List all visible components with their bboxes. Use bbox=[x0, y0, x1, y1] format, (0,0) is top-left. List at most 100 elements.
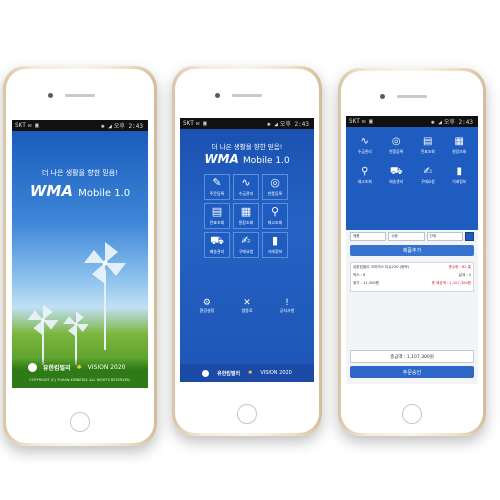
menu-collection[interactable]: ∿ 수금관리 bbox=[349, 130, 381, 160]
status-bar: SKT ✉ ▣ ✱ ◢ 오후 2:43 bbox=[180, 118, 314, 129]
carrier-label: SKT bbox=[349, 118, 360, 125]
tile-label: 원장조회 bbox=[238, 220, 254, 225]
star-icon: ✱ bbox=[76, 364, 82, 371]
pinwheel-icon bbox=[27, 304, 59, 336]
cart-icon: ⛟ bbox=[210, 234, 224, 247]
company-logo-icon bbox=[28, 363, 37, 372]
settings-button[interactable]: ⚙ 환경설정 bbox=[200, 298, 215, 314]
tile-label: 구매요청 bbox=[238, 249, 254, 254]
item-box: 박스 : 6 bbox=[353, 273, 366, 277]
splash-screen: SKT ✉ ▣ ✱ ◢ 오후 2:43 더 나은 생활을 향한 믿음! WMA Mo… bbox=[12, 120, 148, 388]
main-menu-screen: SKT ✉ ▣ ✱ ◢ 오후 2:43 더 나은 생활을 향한 믿음! WMA Mo… bbox=[180, 118, 314, 382]
company-logo: 유한킴벌리 bbox=[43, 365, 71, 372]
brand-name: WMA bbox=[29, 182, 73, 200]
tile-trade-info[interactable]: ▮ 거래정보 bbox=[262, 232, 288, 258]
tile-label: 반품등록 bbox=[267, 191, 283, 196]
notification-icons: ✉ ▣ bbox=[361, 118, 373, 125]
pinwheel-icon bbox=[84, 242, 126, 284]
clock: 오후 2:43 bbox=[443, 119, 473, 126]
magnifier-icon: ⚲ bbox=[270, 205, 280, 218]
approve-order-button[interactable]: 주문승인 bbox=[350, 366, 474, 378]
unit-field[interactable]: 단위 bbox=[426, 232, 463, 241]
quick-menu-grid: ∿ 수금관리 ◎ 반품등록 ▤ 전표조회 ▦ 원장조회 ⚲ 재고조회 ⛟ 배송관리 ✍ 구매요… bbox=[349, 130, 475, 190]
menu-label: 배송관리 bbox=[389, 178, 404, 184]
menu-trade-info[interactable]: ▮ 거래정보 bbox=[444, 160, 476, 190]
menu-purchase[interactable]: ✍ 구매요청 bbox=[412, 160, 444, 190]
menu-grid: ✎ 주문등록 ∿ 수금관리 ◎ 반품등록 ▤ 전표조회 ▦ 원장조회 ⚲ 재고조회 ⛟ 배송관… bbox=[204, 174, 290, 258]
logo-row: 유한킴벌리 ✱ VISION 2020 bbox=[28, 363, 125, 372]
tile-return[interactable]: ◎ 반품등록 bbox=[262, 174, 288, 200]
carrier-label: SKT bbox=[183, 120, 194, 127]
notice-icon: ! bbox=[285, 298, 289, 308]
tile-collection[interactable]: ∿ 수금관리 bbox=[233, 174, 259, 200]
copyright-text: COPYRIGHT (C) YUHAN-KIMBERLY. ALL RIGHTS… bbox=[29, 378, 131, 382]
notice-button[interactable]: ! 공지사항 bbox=[280, 298, 295, 314]
vision-logo: VISION 2020 bbox=[87, 364, 126, 371]
signature-icon: ✍ bbox=[423, 165, 432, 177]
tile-stock[interactable]: ⚲ 재고조회 bbox=[262, 203, 288, 229]
brand-version: Mobile 1.0 bbox=[242, 156, 290, 166]
product-field-label: 제품 bbox=[353, 234, 360, 238]
earpiece bbox=[65, 94, 95, 97]
phone-order: SKT ✉ ▣ ✱ ◢ 오후 2:43 ∿ 수금관리 ◎ 반품등록 ▤ 전표조회 ▦ 원장조… bbox=[338, 68, 486, 436]
product-field[interactable]: 제품 bbox=[350, 232, 387, 241]
menu-return[interactable]: ◎ 반품등록 bbox=[381, 130, 413, 160]
brand-name: WMA bbox=[204, 152, 239, 166]
brand-version: Mobile 1.0 bbox=[78, 188, 131, 199]
pencil-icon: ✎ bbox=[212, 176, 222, 189]
item-amount: 총 제공액 : 1,107,300원 bbox=[431, 281, 471, 285]
menu-slip[interactable]: ▤ 전표조회 bbox=[412, 130, 444, 160]
item-name: 유한킴벌리 크리넥스 티슈230 (중략) bbox=[353, 265, 410, 269]
slogan: 더 나은 생활을 향한 믿음! bbox=[211, 143, 283, 151]
settings-label: 환경설정 bbox=[199, 308, 215, 313]
company-logo: 유한킴벌리 bbox=[217, 370, 241, 377]
signal-icons: ✱ ◢ bbox=[267, 121, 278, 128]
tile-label: 거래정보 bbox=[267, 249, 283, 254]
headset-icon: ◎ bbox=[391, 135, 401, 147]
headset-icon: ◎ bbox=[270, 176, 280, 189]
add-product-button[interactable]: 제품추가 bbox=[350, 245, 474, 256]
order-screen: SKT ✉ ▣ ✱ ◢ 오후 2:43 ∿ 수금관리 ◎ 반품등록 ▤ 전표조회 ▦ 원장조… bbox=[346, 116, 478, 384]
tile-order-register[interactable]: ✎ 주문등록 bbox=[204, 174, 230, 200]
quantity-field[interactable]: 수량 bbox=[388, 232, 425, 241]
bar-chart-icon: ▮ bbox=[456, 165, 462, 177]
earpiece bbox=[397, 95, 427, 98]
company-logo-icon bbox=[202, 369, 210, 377]
front-camera bbox=[48, 93, 53, 98]
status-bar: SKT ✉ ▣ ✱ ◢ 오후 2:43 bbox=[346, 116, 478, 127]
front-camera bbox=[215, 93, 220, 98]
menu-delivery[interactable]: ⛟ 배송관리 bbox=[381, 160, 413, 190]
front-camera bbox=[380, 94, 385, 99]
tile-ledger[interactable]: ▦ 원장조회 bbox=[233, 203, 259, 229]
menu-label: 원장조회 bbox=[452, 148, 467, 154]
menu-ledger[interactable]: ▦ 원장조회 bbox=[444, 130, 476, 160]
home-button[interactable] bbox=[237, 404, 257, 424]
product-search-row: 제품 수량 단위 bbox=[350, 232, 474, 241]
home-button[interactable] bbox=[70, 412, 90, 432]
menu-label: 구매요청 bbox=[420, 178, 435, 184]
home-button[interactable] bbox=[402, 404, 422, 424]
order-item[interactable]: 유한킴벌리 크리넥스 티슈230 (중략) 총수량 : 62 통 박스 : 6 낱개… bbox=[350, 262, 474, 292]
clock: 오후 2:43 bbox=[279, 121, 309, 128]
app-logo: WMA Mobile 1.0 bbox=[180, 152, 314, 166]
signal-icons: ✱ ◢ bbox=[431, 119, 442, 126]
quick-menu: ∿ 수금관리 ◎ 반품등록 ▤ 전표조회 ▦ 원장조회 ⚲ 재고조회 ⛟ 배송관리 ✍ 구매요… bbox=[346, 127, 478, 230]
menu-label: 재고조회 bbox=[357, 178, 372, 184]
tile-label: 재고조회 bbox=[267, 220, 283, 225]
select-checkbox[interactable] bbox=[464, 232, 474, 241]
notification-icons: ✉ ▣ bbox=[27, 122, 39, 129]
tile-purchase[interactable]: ✍ 구매요청 bbox=[233, 232, 259, 258]
gear-icon: ⚙ bbox=[202, 298, 211, 308]
tile-slip[interactable]: ▤ 전표조회 bbox=[204, 203, 230, 229]
exit-button[interactable]: ✕ 앱종료 bbox=[241, 298, 252, 314]
menu-stock[interactable]: ⚲ 재고조회 bbox=[349, 160, 381, 190]
signal-icons: ✱ ◢ bbox=[101, 123, 112, 130]
earpiece bbox=[232, 94, 262, 97]
unit-field-label: 단위 bbox=[429, 234, 437, 238]
item-price: 정가 : 11,500원 bbox=[353, 281, 379, 285]
document-icon: ▦ bbox=[454, 135, 464, 147]
tile-delivery[interactable]: ⛟ 배송관리 bbox=[204, 232, 230, 258]
quantity-field-label: 수량 bbox=[391, 234, 398, 238]
book-icon: ▤ bbox=[423, 135, 433, 147]
exit-label: 앱종료 bbox=[241, 308, 253, 313]
